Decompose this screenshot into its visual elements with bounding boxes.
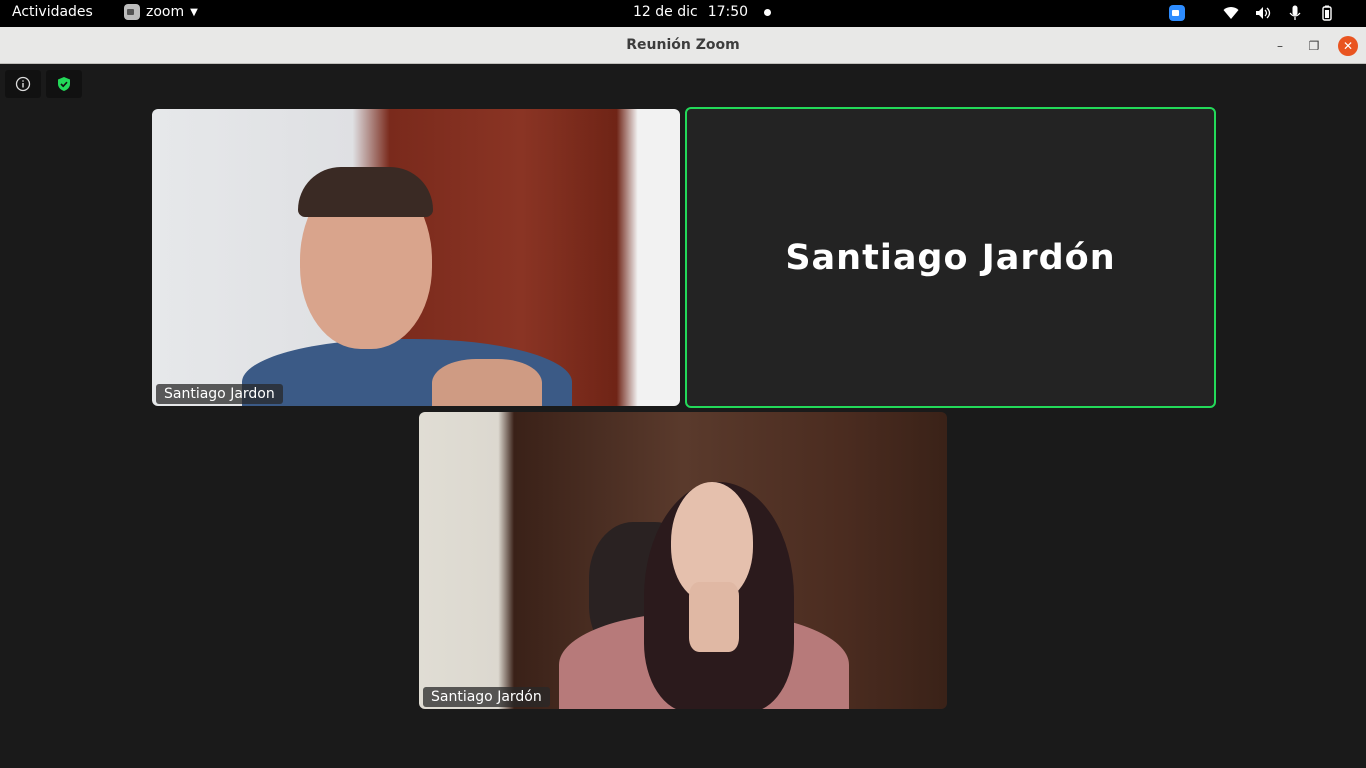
system-tray[interactable] bbox=[1168, 4, 1336, 22]
participant-name-tag: Santiago Jardón bbox=[423, 687, 550, 707]
volume-icon[interactable] bbox=[1254, 4, 1272, 22]
shield-check-icon bbox=[58, 77, 70, 91]
maximize-button[interactable]: ❐ bbox=[1304, 36, 1324, 56]
zoom-app-icon bbox=[124, 4, 140, 20]
info-icon bbox=[15, 76, 31, 92]
app-menu[interactable]: zoom ▼ bbox=[124, 4, 198, 20]
participant-video-tile[interactable]: Santiago Jardón bbox=[419, 412, 947, 709]
clock-date: 12 de dic bbox=[633, 4, 698, 20]
chevron-down-icon: ▼ bbox=[190, 6, 198, 18]
participant-name-placeholder: Santiago Jardón bbox=[785, 237, 1116, 278]
minimize-button[interactable]: – bbox=[1270, 36, 1290, 56]
microphone-icon[interactable] bbox=[1286, 4, 1304, 22]
meeting-info-button[interactable] bbox=[5, 70, 41, 98]
app-menu-label: zoom bbox=[146, 4, 185, 20]
zoom-tray-icon[interactable] bbox=[1168, 4, 1186, 22]
battery-icon[interactable] bbox=[1318, 4, 1336, 22]
close-button[interactable]: ✕ bbox=[1338, 36, 1358, 56]
meeting-stage: Santiago Jardon Santiago Jardón Santiago… bbox=[0, 64, 1366, 768]
clock[interactable]: 12 de dic 17:50 bbox=[633, 4, 772, 20]
window-title-bar: Reunión Zoom – ❐ ✕ bbox=[0, 27, 1366, 64]
window-title: Reunión Zoom bbox=[626, 37, 740, 53]
security-button[interactable] bbox=[46, 70, 82, 98]
clock-time: 17:50 bbox=[707, 4, 749, 20]
participant-name-tag: Santiago Jardon bbox=[156, 384, 283, 404]
active-speaker-tile[interactable]: Santiago Jardón bbox=[685, 107, 1216, 408]
participant-video-tile[interactable]: Santiago Jardon bbox=[152, 109, 680, 406]
activities-button[interactable]: Actividades bbox=[12, 4, 93, 20]
wifi-icon[interactable] bbox=[1222, 4, 1240, 22]
notification-dot-icon bbox=[764, 8, 772, 16]
system-top-bar: Actividades zoom ▼ 12 de dic 17:50 bbox=[0, 0, 1366, 27]
